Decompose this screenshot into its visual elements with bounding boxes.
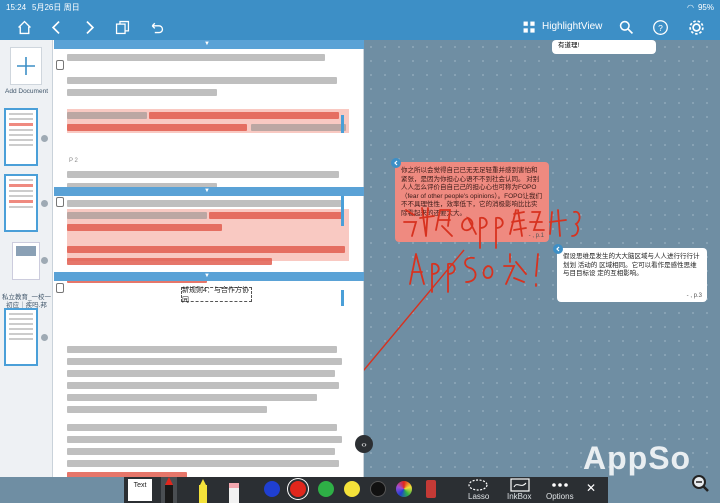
- text-line: [67, 346, 337, 353]
- copy-icon[interactable]: [112, 17, 132, 37]
- more-options-icon[interactable]: [548, 478, 572, 492]
- highlight-text: [67, 258, 272, 265]
- highlight-text: [67, 124, 247, 131]
- document-view[interactable]: P 2: [53, 40, 364, 477]
- text-line: [67, 200, 342, 207]
- scroll-indicator[interactable]: [341, 290, 344, 306]
- text-line: [67, 406, 267, 413]
- pen-tool-icon[interactable]: [160, 477, 178, 503]
- home-icon[interactable]: [14, 17, 34, 37]
- color-swatch-blue[interactable]: [264, 481, 280, 497]
- text-line: [67, 448, 335, 455]
- inkbox-label[interactable]: InkBox: [507, 492, 531, 501]
- scroll-indicator[interactable]: [341, 196, 344, 226]
- app-window: 15:24 5月26日 周日 ◠ 95% HighlightView ? Add…: [0, 0, 720, 503]
- pane-handle-icon[interactable]: [56, 60, 64, 70]
- color-picker-icon[interactable]: [396, 481, 412, 497]
- pane-divider[interactable]: ▼: [54, 40, 364, 49]
- handwriting-strokes: [403, 207, 581, 293]
- settings-icon[interactable]: [686, 17, 706, 37]
- text-line: [67, 382, 339, 389]
- highlighter-tool-icon[interactable]: [194, 477, 212, 503]
- ink-connector-line: [364, 249, 465, 371]
- svg-text:?: ?: [658, 22, 663, 32]
- stroke-width-icon[interactable]: [426, 480, 436, 498]
- text-line: [67, 171, 339, 178]
- inkbox-icon[interactable]: [508, 478, 532, 492]
- pane-arrow-icon[interactable]: ▼: [204, 41, 210, 47]
- search-icon[interactable]: [616, 17, 636, 37]
- zoom-icon[interactable]: [690, 473, 710, 493]
- pane-handle-icon[interactable]: [56, 283, 64, 293]
- pane-handle-icon[interactable]: [56, 197, 64, 207]
- text-line: [67, 212, 207, 219]
- highlight-text: [209, 212, 344, 219]
- status-date: 5月26日 周日: [32, 2, 80, 12]
- eraser-tool-icon[interactable]: [225, 477, 243, 503]
- thumbnail-handle-icon[interactable]: [41, 334, 48, 341]
- undo-icon[interactable]: [146, 17, 166, 37]
- pane-divider[interactable]: ▼: [54, 272, 364, 281]
- pane-arrow-icon[interactable]: ▼: [204, 273, 210, 279]
- scroll-indicator[interactable]: [341, 115, 344, 133]
- page-thumbnail-2[interactable]: [4, 174, 38, 232]
- text-line: [67, 77, 337, 84]
- text-tool-label: Text: [133, 482, 147, 489]
- expand-collapse-button[interactable]: ‹›: [355, 435, 373, 453]
- wifi-icon: ◠: [687, 2, 694, 12]
- text-line: [67, 424, 337, 431]
- add-document-button[interactable]: [10, 47, 42, 85]
- color-swatch-black[interactable]: [370, 481, 386, 497]
- text-line: [67, 394, 317, 401]
- highlight-text: [67, 246, 345, 253]
- text-line: [67, 460, 339, 467]
- status-bar: 15:24 5月26日 周日 ◠ 95%: [0, 0, 720, 14]
- help-icon[interactable]: ?: [650, 17, 670, 37]
- page-thumbnail-1[interactable]: [4, 108, 38, 166]
- options-label[interactable]: Options: [546, 492, 574, 501]
- text-line: [67, 89, 217, 96]
- page-number: P 2: [69, 158, 78, 164]
- text-line: [67, 436, 342, 443]
- back-icon[interactable]: [46, 17, 66, 37]
- text-line: [67, 112, 147, 119]
- text-line: [67, 370, 335, 377]
- handwritten-annotation[interactable]: [364, 40, 720, 477]
- page-thumbnail-3[interactable]: [4, 308, 38, 366]
- forward-icon[interactable]: [79, 17, 99, 37]
- lasso-icon[interactable]: [466, 478, 490, 492]
- highlight-text: [67, 224, 222, 231]
- pane-divider[interactable]: ▼: [54, 187, 364, 196]
- annotation-toolbar: Text Lasso InkBox Options ✕: [124, 477, 608, 503]
- color-swatch-yellow[interactable]: [344, 481, 360, 497]
- document-thumbnail[interactable]: [12, 242, 40, 280]
- battery-level: 95%: [697, 2, 714, 12]
- highlight-view-icon[interactable]: [519, 17, 539, 37]
- text-line: [67, 54, 325, 61]
- close-toolbar-icon[interactable]: ✕: [586, 481, 596, 495]
- text-tool-button[interactable]: Text: [128, 479, 152, 501]
- thumbnail-handle-icon[interactable]: [41, 135, 48, 142]
- text-line: [251, 124, 346, 131]
- highlight-text: [149, 112, 339, 119]
- thumbnail-handle-icon[interactable]: [41, 257, 48, 264]
- color-swatch-green[interactable]: [318, 481, 334, 497]
- thumbnail-handle-icon[interactable]: [41, 200, 48, 207]
- add-document-label: Add Document: [5, 88, 48, 95]
- document-sidebar: Add Document 私立教育_一校一初应｜疾吗.邦: [0, 40, 53, 477]
- highlight-view-title[interactable]: HighlightView: [542, 21, 602, 32]
- color-swatch-red[interactable]: [290, 481, 306, 497]
- pane-arrow-icon[interactable]: ▼: [204, 188, 210, 194]
- top-toolbar: HighlightView ?: [0, 14, 720, 40]
- lasso-label[interactable]: Lasso: [468, 492, 489, 501]
- text-line: [67, 358, 342, 365]
- status-time: 15:24: [6, 2, 27, 12]
- heading-selection-box[interactable]: 新规则4：与合作方协同: [181, 287, 252, 304]
- appso-watermark: AppSo: [583, 440, 692, 476]
